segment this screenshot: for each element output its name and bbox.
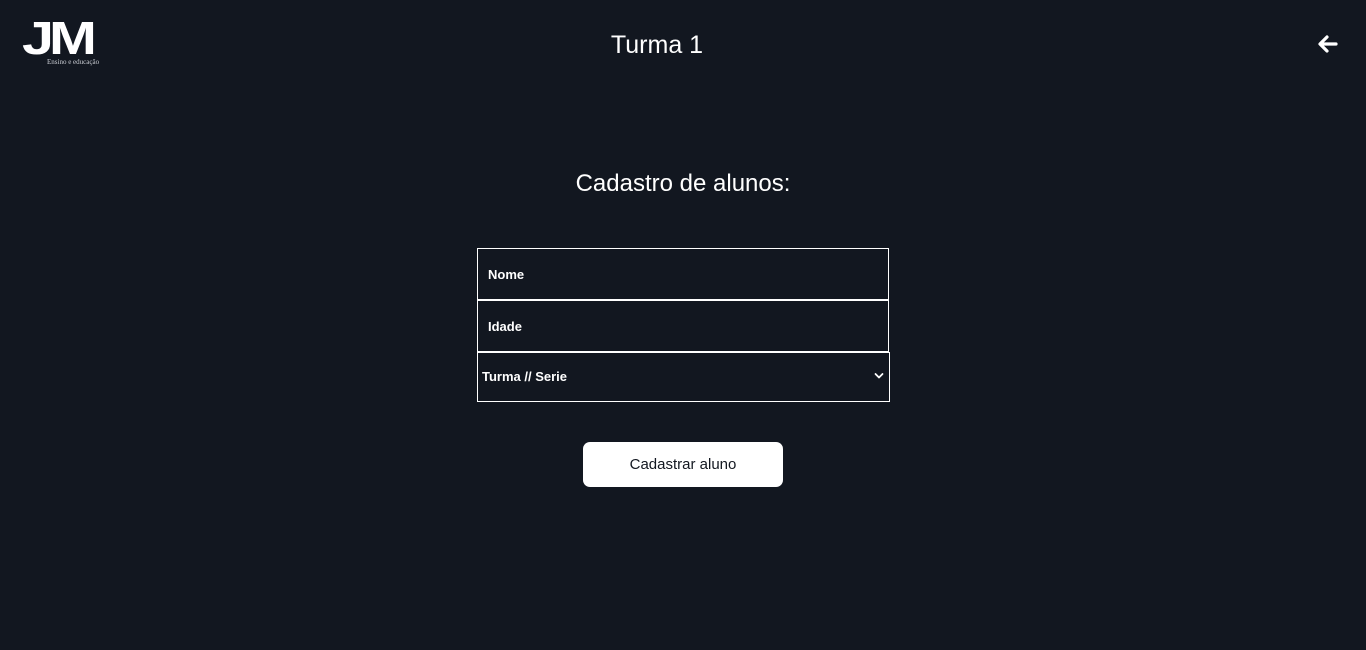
chevron-down-icon [874,373,884,379]
class-select-value: Turma // Serie [482,369,568,384]
page: JM Ensino e educação Turma 1 Cadastro de… [0,0,1366,650]
form-title: Cadastro de alunos: [575,170,791,197]
class-select[interactable]: Turma // Serie [477,352,890,402]
page-title: Turma 1 [610,31,704,59]
name-input[interactable] [477,248,889,300]
back-button[interactable] [1314,32,1340,56]
register-student-button[interactable]: Cadastrar aluno [583,442,783,487]
age-input[interactable] [477,300,889,352]
arrow-left-icon [1318,35,1338,53]
